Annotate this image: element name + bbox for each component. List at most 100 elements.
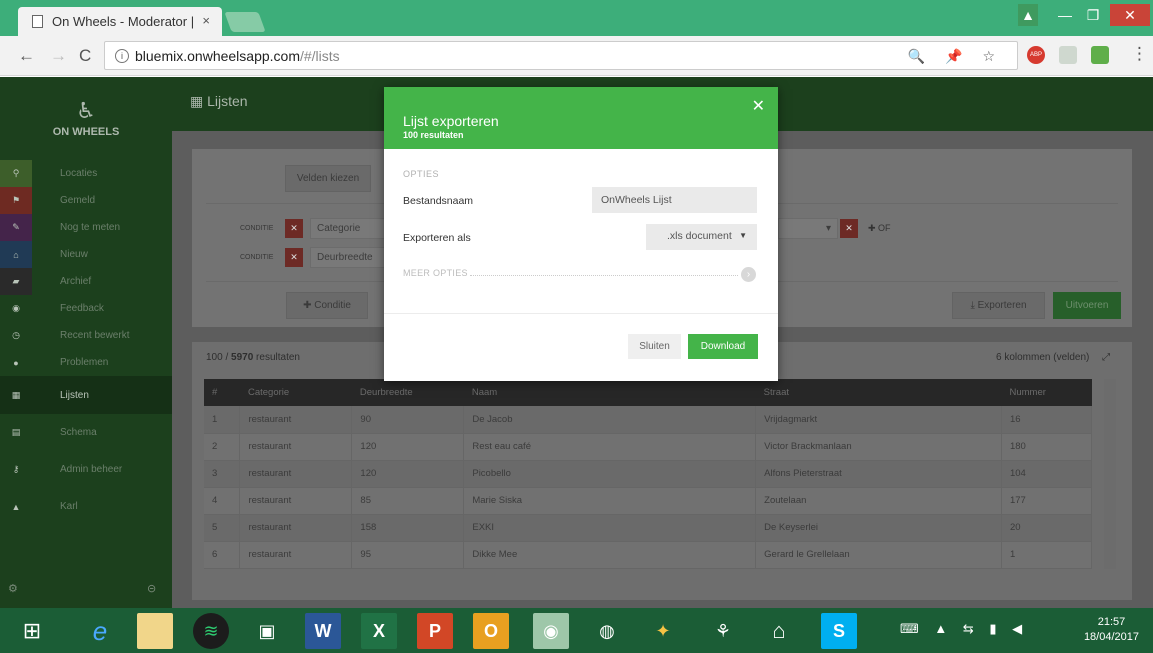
remove-condition-button[interactable]: ✕ (285, 248, 303, 267)
table-cell: 180 (1001, 433, 1093, 461)
browser-tab[interactable]: On Wheels - Moderator | × (18, 7, 222, 36)
close-button[interactable]: Sluiten (628, 334, 681, 359)
export-button[interactable]: ⤓ Exporteren (952, 292, 1045, 319)
table-cell: 1 (204, 406, 241, 434)
skype-icon[interactable]: S (821, 613, 857, 649)
forward-icon[interactable]: → (50, 46, 67, 66)
table-cell: 120 (351, 460, 465, 488)
omnibox-icons[interactable]: 🔍 📌 ☆ (908, 48, 1003, 65)
spotify-icon[interactable]: ≋ (193, 613, 229, 649)
clock[interactable]: 21:57 18/04/2017 (1084, 615, 1139, 645)
table-cell: 6 (204, 541, 241, 569)
table-row[interactable]: 1 restaurant 90 De Jacob Vrijdagmarkt 16 (204, 406, 1093, 434)
modal-title: Lijst exporteren (403, 113, 499, 129)
table-row[interactable]: 5 restaurant 158 EXKI De Keyserlei 20 (204, 514, 1093, 542)
pin-icon: ⚲ (0, 160, 32, 187)
minimize-button[interactable]: — (1052, 4, 1078, 26)
sidebar-item-feedback[interactable]: ◉ Feedback (0, 295, 172, 322)
tab-title: On Wheels - Moderator | (52, 14, 195, 29)
remove-condition-button[interactable]: ✕ (285, 219, 303, 238)
maximize-button[interactable]: ❐ (1080, 4, 1106, 26)
extension-icon[interactable] (1059, 46, 1077, 64)
sidebar-item-recent-bewerkt[interactable]: ◷ Recent bewerkt (0, 322, 172, 349)
logo[interactable]: ♿ ON WHEELS (0, 77, 172, 160)
filename-input[interactable] (592, 187, 757, 213)
tab-close-icon[interactable]: × (202, 13, 210, 28)
chrome-icon[interactable]: ◉ (533, 613, 569, 649)
table-cell: Rest eau café (463, 433, 757, 461)
modal-divider (384, 313, 778, 314)
site-info-icon[interactable]: i (115, 48, 129, 63)
collapse-icon[interactable]: ⊝ (147, 582, 156, 595)
condition-value-select[interactable]: ▾ (778, 218, 838, 239)
table-body: 1 restaurant 90 De Jacob Vrijdagmarkt 16 2 rest… (204, 406, 1093, 569)
condition-field-select[interactable]: Deurbreedte (310, 247, 388, 268)
column-header[interactable]: Straat (755, 379, 1002, 406)
outlook-icon[interactable]: O (473, 613, 509, 649)
condition-field-select[interactable]: Categorie (310, 218, 388, 239)
run-button[interactable]: Uitvoeren (1053, 292, 1121, 319)
app-icon[interactable]: ⚘ (705, 613, 741, 649)
powerpoint-icon[interactable]: P (417, 613, 453, 649)
expand-icon[interactable]: ⤢ (1102, 352, 1110, 363)
sidebar-item-archief[interactable]: ▰ Archief (0, 268, 172, 295)
table-scrollbar[interactable] (1104, 379, 1116, 569)
close-icon[interactable]: ✕ (752, 96, 765, 116)
sidebar-item-admin-beheer[interactable]: ⚷ Admin beheer (0, 451, 172, 488)
sidebar-item-karl[interactable]: ▲ Karl (0, 488, 172, 525)
column-header[interactable]: Categorie (239, 379, 352, 406)
reload-icon[interactable]: C (79, 46, 91, 66)
add-condition-button[interactable]: ✚ Conditie (286, 292, 368, 319)
choose-fields-button[interactable]: Velden kiezen (285, 165, 371, 192)
app-icon[interactable]: ✦ (645, 613, 681, 649)
table-cell: Victor Brackmanlaan (755, 433, 1002, 461)
table-row[interactable]: 6 restaurant 95 Dikke Mee Gerard le Grellela… (204, 541, 1093, 569)
table-icon: ▦ (11, 389, 21, 400)
chevron-right-icon[interactable]: › (741, 267, 756, 282)
new-tab-button[interactable] (224, 12, 266, 32)
chrome-menu-icon[interactable]: ⋮ (1131, 44, 1148, 64)
page-icon (32, 15, 43, 28)
table-row[interactable]: 3 restaurant 120 Picobello Alfons Pieterstra… (204, 460, 1093, 488)
add-or-button[interactable]: ✚ OF (868, 223, 891, 234)
url-bar[interactable]: i bluemix.onwheelsapp.com/#/lists 🔍 📌 ☆ (104, 41, 1018, 70)
export-format-select[interactable]: .xls document ▼ (646, 224, 757, 250)
profile-icon[interactable]: ▲ (1018, 4, 1038, 26)
thunderbird-icon[interactable]: ◍ (589, 613, 625, 649)
word-icon[interactable]: W (305, 613, 341, 649)
column-header[interactable]: Nummer (1001, 379, 1092, 406)
sidebar-item-gemeld[interactable]: ⚑ Gemeld (0, 187, 172, 214)
more-options-toggle[interactable]: MEER OPTIES (403, 268, 468, 278)
sidebar-item-locaties[interactable]: ⚲ Locaties (0, 160, 172, 187)
sidebar-item-label: Nieuw (60, 249, 88, 260)
clock-icon: ◷ (12, 330, 20, 340)
evernote-icon[interactable] (1091, 46, 1109, 64)
store-icon[interactable]: ▣ (249, 613, 285, 649)
table-cell: De Jacob (463, 406, 757, 434)
adblock-icon[interactable]: ABP (1027, 46, 1045, 64)
sidebar-item-lijsten[interactable]: ▦ Lijsten (0, 376, 172, 414)
back-icon[interactable]: ← (18, 46, 35, 66)
column-header[interactable]: # (204, 379, 240, 406)
table-row[interactable]: 2 restaurant 120 Rest eau café Victor Brackm… (204, 433, 1093, 461)
excel-icon[interactable]: X (361, 613, 397, 649)
remove-value-button[interactable]: ✕ (840, 219, 858, 238)
system-tray[interactable]: ⌨ ▲ ⇆ ▮ ◀ (900, 621, 1028, 637)
home-icon[interactable]: ⌂ (761, 613, 797, 649)
table-row[interactable]: 4 restaurant 85 Marie Siska Zoutelaan 177 (204, 487, 1093, 515)
column-header[interactable]: Deurbreedte (351, 379, 464, 406)
sidebar-item-problemen[interactable]: ● Problemen (0, 349, 172, 376)
internet-explorer-icon[interactable]: e (82, 613, 118, 649)
table-cell: 20 (1001, 514, 1093, 542)
settings-icon[interactable]: ⚙ (8, 582, 18, 595)
windows-start-icon[interactable]: ⊞ (14, 613, 50, 649)
sidebar-item-schema[interactable]: ▤ Schema (0, 414, 172, 451)
sidebar-item-nieuw[interactable]: ⌂ Nieuw (0, 241, 172, 268)
results-table: # Categorie Deurbreedte Naam Straat Nummer 1r… (204, 379, 1093, 569)
file-explorer-icon[interactable] (137, 613, 173, 649)
close-window-button[interactable]: ✕ (1110, 4, 1150, 26)
column-header[interactable]: Naam (463, 379, 756, 406)
download-button[interactable]: Download (688, 334, 758, 359)
sidebar-item-nog-te-meten[interactable]: ✎ Nog te meten (0, 214, 172, 241)
table-cell: 95 (351, 541, 465, 569)
